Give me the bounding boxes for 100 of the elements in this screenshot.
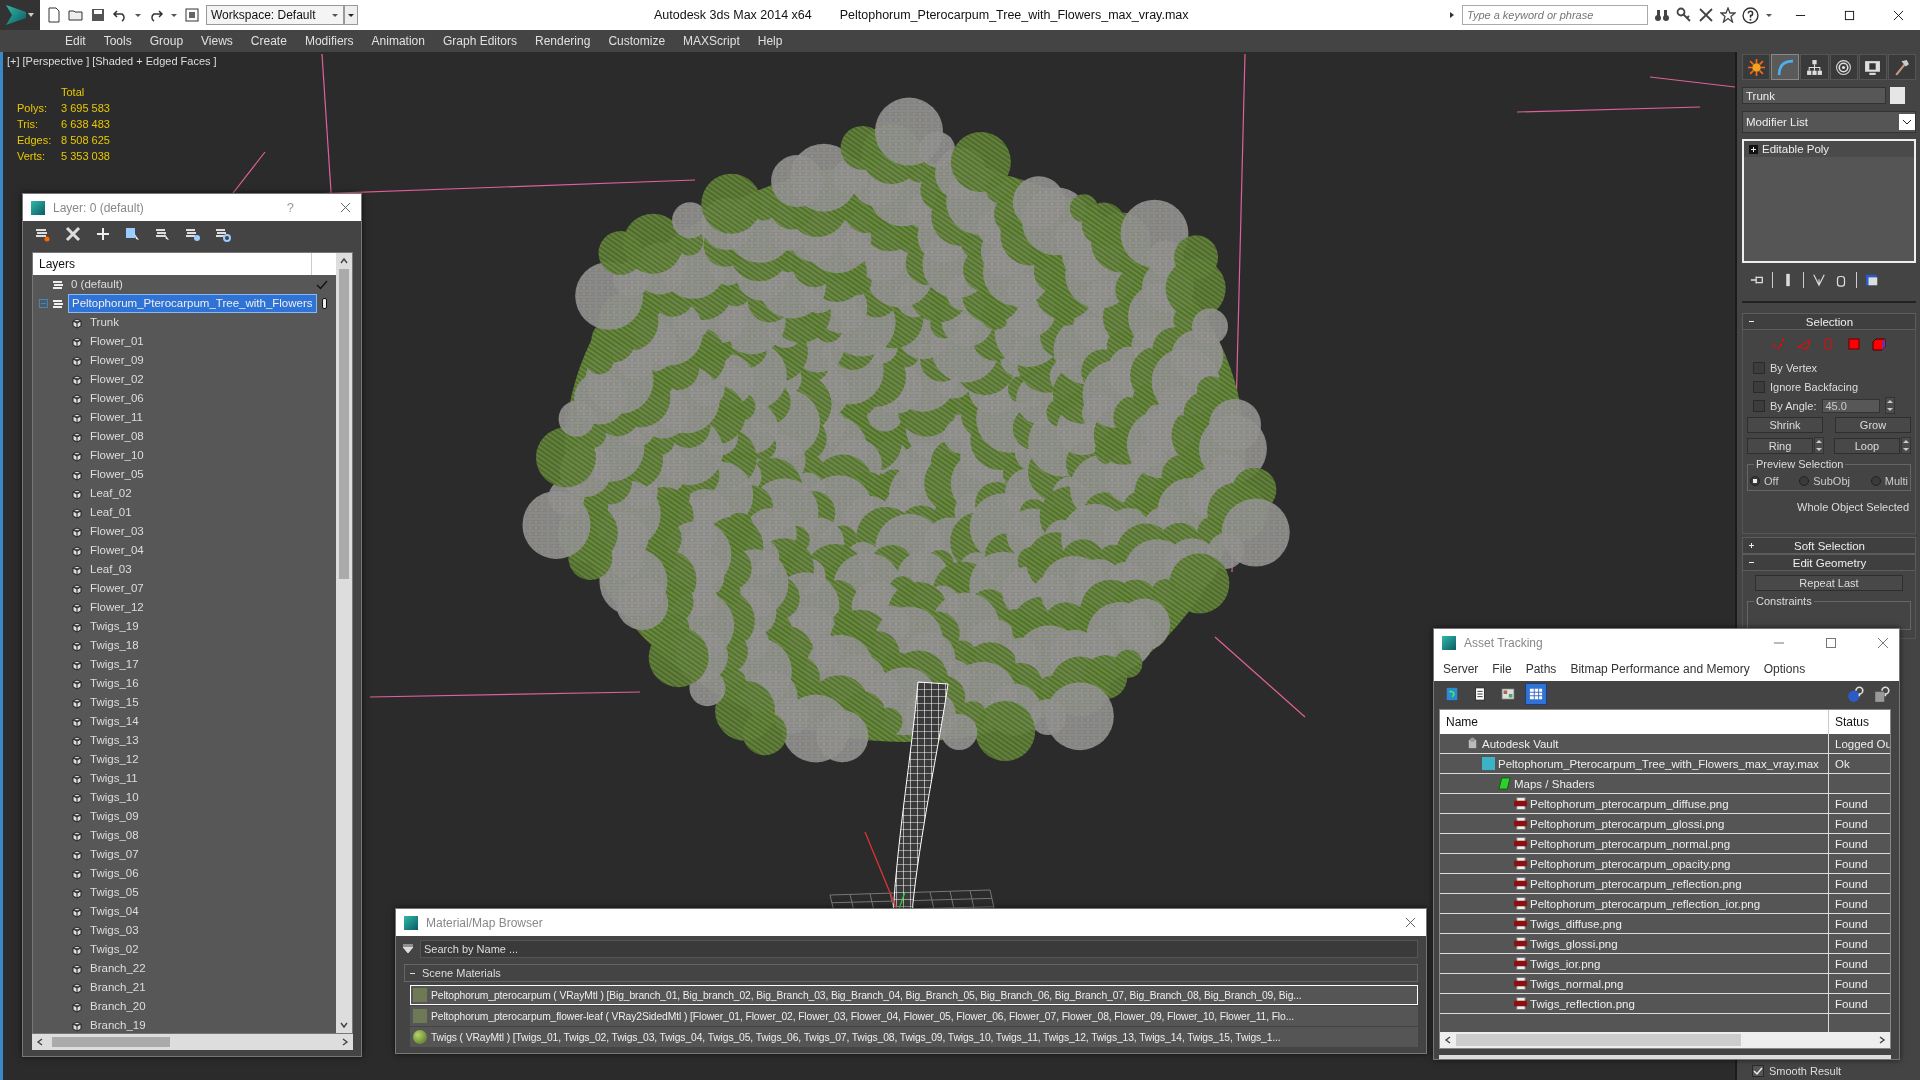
object-name[interactable]: Twigs_02	[87, 941, 142, 958]
object-name[interactable]: Flower_02	[87, 371, 147, 388]
scroll-left-icon[interactable]	[1443, 1035, 1453, 1045]
object-name[interactable]: Twigs_08	[87, 827, 142, 844]
select-layer-icon[interactable]	[155, 226, 171, 242]
object-name[interactable]: Branch_19	[87, 1017, 149, 1033]
repeat-last-button[interactable]: Repeat Last	[1755, 575, 1903, 591]
menu-item[interactable]: Tools	[94, 34, 141, 48]
group-header[interactable]: Scene Materials	[404, 964, 1418, 982]
rollout-header[interactable]: Selection	[1742, 313, 1916, 330]
checkbox[interactable]	[1753, 361, 1765, 374]
radio-button[interactable]	[1750, 476, 1760, 486]
object-name[interactable]: Flower_06	[87, 390, 147, 407]
scroll-up-icon[interactable]	[339, 256, 349, 266]
object-name[interactable]: Twigs_10	[87, 789, 142, 806]
caret-icon[interactable]	[134, 11, 142, 19]
object-name[interactable]: Flower_03	[87, 523, 147, 540]
menu-item[interactable]: Server	[1436, 661, 1486, 676]
menu-item[interactable]: MAXScript	[674, 34, 749, 48]
object-name[interactable]: Twigs_15	[87, 694, 142, 711]
object-name[interactable]: Flower_08	[87, 428, 147, 445]
scroll-right-icon[interactable]	[1877, 1035, 1887, 1045]
viewport-label[interactable]: [Perspective ]	[22, 55, 90, 67]
panel-tab[interactable]	[1858, 54, 1887, 80]
asset-name[interactable]: Peltophorum_pterocarpum_reflection_ior.png	[1530, 897, 1761, 910]
object-name[interactable]: Twigs_05	[87, 884, 142, 901]
add-icon[interactable]	[95, 226, 111, 242]
panel-button[interactable]: Grow	[1835, 417, 1911, 433]
panel-tab[interactable]	[1742, 54, 1771, 80]
object-name[interactable]: Flower_09	[87, 352, 147, 369]
radio-button[interactable]	[1870, 476, 1881, 486]
maximize-icon[interactable]	[1844, 9, 1855, 21]
object-name[interactable]: Leaf_03	[87, 561, 135, 578]
current-layer-toggle[interactable]	[321, 298, 327, 309]
object-name[interactable]: Twigs_18	[87, 637, 142, 654]
caret-icon[interactable]	[1765, 11, 1773, 19]
menu-item[interactable]: Group	[140, 34, 193, 48]
asset-name[interactable]: Twigs_diffuse.png	[1530, 917, 1622, 930]
asset-name[interactable]: Twigs_normal.png	[1530, 977, 1624, 990]
subobject-level-button[interactable]	[1871, 336, 1887, 352]
delete-icon[interactable]	[65, 226, 81, 242]
menu-item[interactable]: Help	[748, 34, 792, 48]
object-name[interactable]: Flower_10	[87, 447, 147, 464]
expand-arrow-icon[interactable]	[1448, 11, 1456, 19]
angle-field[interactable]: 45.0	[1822, 398, 1881, 413]
object-name[interactable]: Flower_12	[87, 599, 147, 616]
layer-settings-icon[interactable]	[215, 226, 231, 242]
caret-icon[interactable]	[170, 11, 178, 19]
menu-item[interactable]: Bitmap Performance and Memory	[1563, 661, 1757, 676]
scrollbar-thumb[interactable]	[339, 269, 349, 579]
search-field[interactable]: Type a keyword or phrase	[1462, 5, 1648, 25]
object-name[interactable]: Twigs_06	[87, 865, 142, 882]
expand-icon[interactable]	[1747, 541, 1756, 550]
highlight-layer-icon[interactable]	[185, 226, 201, 242]
undo-icon[interactable]	[112, 7, 128, 23]
asset-name[interactable]: Peltophorum_pterocarpum_opacity.png	[1530, 857, 1731, 870]
object-name[interactable]: Flower_07	[87, 580, 147, 597]
panel-button[interactable]: Ring	[1747, 437, 1813, 454]
panel-tab[interactable]	[1829, 54, 1858, 80]
select-objects-icon[interactable]	[125, 226, 141, 242]
panel-tab[interactable]	[1771, 54, 1800, 80]
scroll-left-icon[interactable]	[35, 1037, 45, 1047]
menu-item[interactable]: File	[1485, 661, 1519, 676]
viewport-label[interactable]: [+]	[7, 55, 20, 67]
checkmark-icon[interactable]	[316, 278, 328, 291]
spinner-arrows[interactable]	[1885, 397, 1896, 414]
panel-tab[interactable]	[1887, 54, 1917, 80]
menu-item[interactable]: Views	[192, 34, 242, 48]
object-name[interactable]: Leaf_02	[87, 485, 135, 502]
asset-name[interactable]: Maps / Shaders	[1514, 777, 1595, 790]
object-name[interactable]: Branch_20	[87, 998, 149, 1015]
workspace-menu-button[interactable]	[344, 5, 358, 25]
checkbox[interactable]	[1753, 399, 1765, 412]
expand-icon[interactable]	[1749, 144, 1758, 154]
viewport-label[interactable]: [Shaded + Edged Faces ]	[92, 55, 217, 67]
horizontal-scrollbar[interactable]	[32, 1034, 353, 1050]
asset-name[interactable]: Twigs_ior.png	[1530, 957, 1601, 970]
object-name[interactable]: Twigs_07	[87, 846, 142, 863]
menu-item[interactable]: Edit	[56, 34, 95, 48]
object-name[interactable]: Flower_05	[87, 466, 147, 483]
panel-button[interactable]: Shrink	[1747, 417, 1823, 433]
object-name[interactable]: Twigs_04	[87, 903, 142, 920]
new-file-icon[interactable]	[46, 7, 62, 23]
new-layer-icon[interactable]	[35, 226, 51, 242]
object-name[interactable]: Twigs_14	[87, 713, 142, 730]
material-row[interactable]: Peltophorum_pterocarpum ( VRayMtl ) [Big_branch_01, Big_branch_02, Big_Branch_03, Big_Branch_04, Big_Branch_05, Big_Branch_06, Big_Branch_07, Big_Branch_08, Big_Branch_09, Big...	[410, 985, 1418, 1005]
checkbox[interactable]	[1752, 1064, 1764, 1077]
object-name[interactable]: Twigs_13	[87, 732, 142, 749]
object-name[interactable]: Twigs_09	[87, 808, 142, 825]
object-name[interactable]: Flower_01	[87, 333, 147, 350]
menu-item[interactable]: Animation	[362, 34, 434, 48]
vertical-scrollbar[interactable]	[336, 253, 352, 1033]
object-name[interactable]: Flower_11	[87, 409, 146, 426]
scroll-right-icon[interactable]	[340, 1037, 350, 1047]
menu-item[interactable]: Customize	[599, 34, 675, 48]
search-field[interactable]: Search by Name ...	[420, 940, 1418, 958]
help-icon[interactable]	[1873, 685, 1891, 703]
layer-name[interactable]: Peltophorum_Pterocarpum_Tree_with_Flowers	[68, 294, 317, 313]
online-help-icon[interactable]	[1847, 685, 1865, 703]
scroll-down-icon[interactable]	[339, 1020, 349, 1030]
